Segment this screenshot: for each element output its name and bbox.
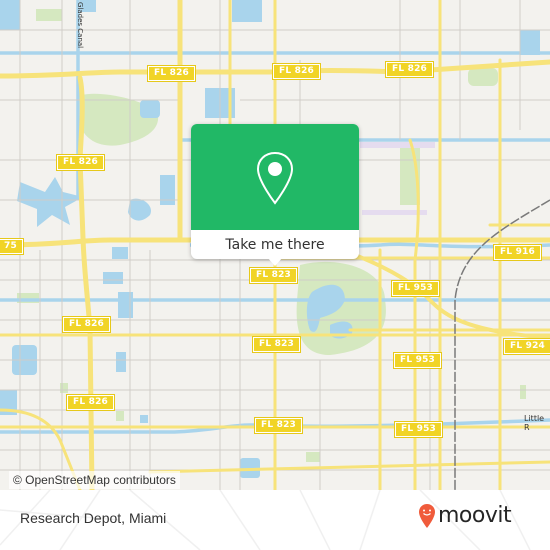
lake xyxy=(118,292,133,318)
park-area xyxy=(520,385,526,399)
lake xyxy=(128,198,151,221)
take-me-there-button[interactable]: Take me there xyxy=(191,230,359,259)
canal-label: Glades Canal xyxy=(76,2,84,49)
lake xyxy=(140,100,160,118)
route-shield: FL 953 xyxy=(390,280,441,297)
lake xyxy=(0,0,20,30)
route-shield: 75 xyxy=(0,238,24,255)
route-shield: FL 826 xyxy=(146,65,197,82)
lake xyxy=(232,0,262,22)
lake xyxy=(17,177,83,227)
street-label: Little R xyxy=(524,414,545,432)
route-shield: FL 826 xyxy=(271,63,322,80)
map-attribution[interactable]: © OpenStreetMap contributors xyxy=(9,471,180,489)
route-shield: FL 823 xyxy=(251,336,302,353)
route-shield: FL 916 xyxy=(492,244,543,261)
map-view[interactable]: Glades Canal Little R FL 826 FL 826 FL 8… xyxy=(0,0,550,490)
lake xyxy=(140,415,148,423)
park-area xyxy=(306,452,320,462)
moovit-wordmark: moovit xyxy=(438,503,512,528)
popup-pointer xyxy=(267,257,283,266)
park-area xyxy=(60,383,68,393)
map-pin-icon xyxy=(256,151,294,205)
route-shield: FL 823 xyxy=(248,267,299,284)
moovit-pin-icon xyxy=(419,504,435,528)
place-name: Research Depot, Miami xyxy=(20,510,167,526)
park-area xyxy=(116,411,124,421)
route-shield: FL 826 xyxy=(55,154,106,171)
footer-bar: Research Depot, Miami moovit xyxy=(0,490,550,550)
park-area xyxy=(36,9,62,21)
route-shield: FL 826 xyxy=(65,394,116,411)
route-shield: FL 826 xyxy=(61,316,112,333)
route-shield: FL 823 xyxy=(253,417,304,434)
popup-header xyxy=(191,124,359,230)
route-shield: FL 924 xyxy=(502,338,550,355)
lake xyxy=(112,247,128,259)
route-shield: FL 953 xyxy=(392,352,443,369)
airport-area xyxy=(360,142,435,215)
lake xyxy=(103,272,123,284)
lake xyxy=(116,352,126,372)
moovit-logo[interactable]: moovit xyxy=(418,502,512,530)
park-area xyxy=(468,68,498,86)
location-popup: Take me there xyxy=(191,124,359,266)
runway xyxy=(360,142,435,148)
route-shield: FL 953 xyxy=(393,421,444,438)
route-shield: FL 826 xyxy=(384,61,435,78)
